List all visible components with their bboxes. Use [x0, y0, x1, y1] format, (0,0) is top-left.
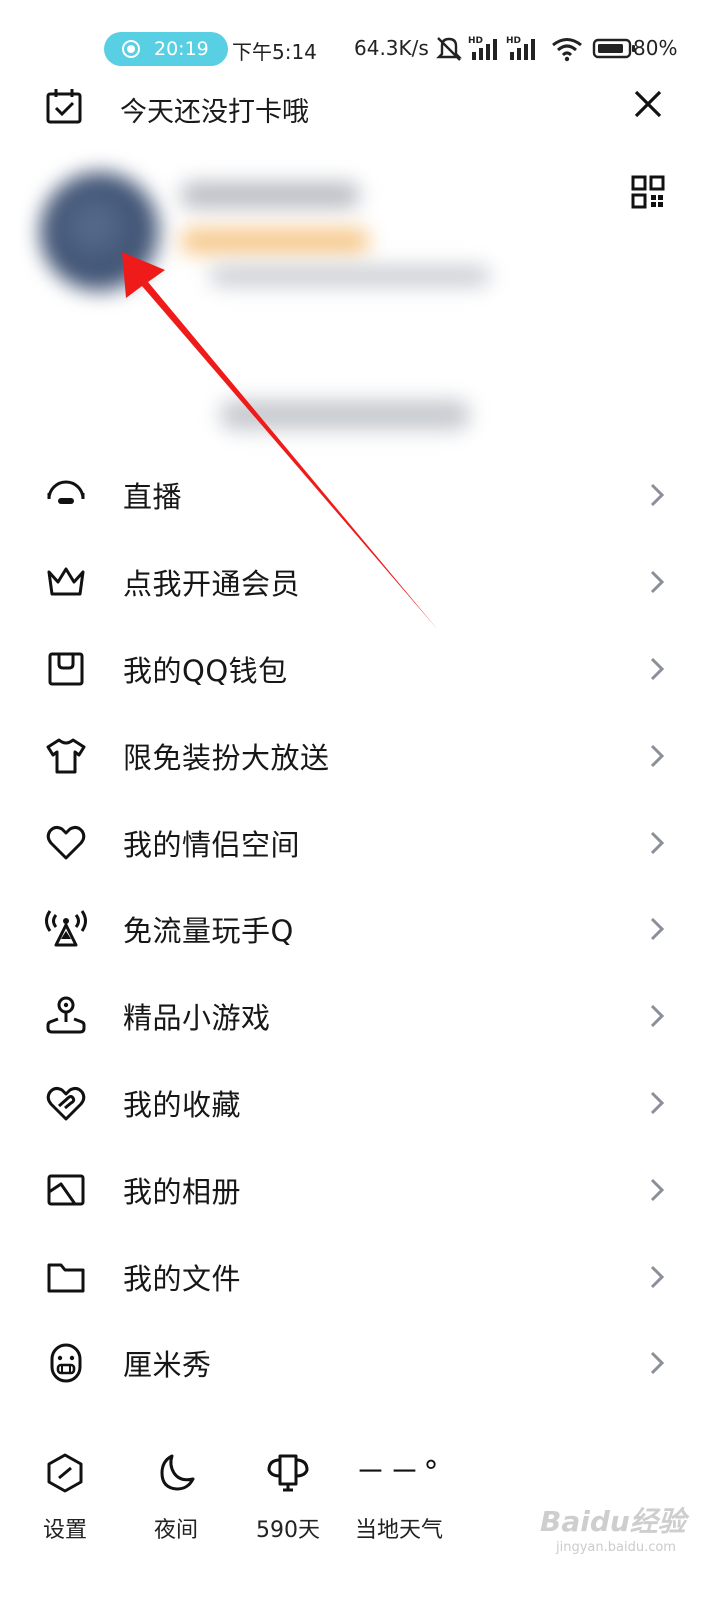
net-speed: 64.3K/s [354, 36, 429, 60]
menu-item-cmshow[interactable]: 厘米秀 [0, 1320, 720, 1407]
record-time: 20:19 [154, 38, 209, 60]
close-icon[interactable] [630, 86, 666, 122]
menu-item-wallet[interactable]: 我的QQ钱包 [0, 626, 720, 713]
svg-text:HD: HD [468, 36, 483, 46]
moon-icon [153, 1450, 199, 1496]
menu-item-free-data[interactable]: 免流量玩手Q [0, 886, 720, 973]
menu-item-favorites[interactable]: 我的收藏 [0, 1060, 720, 1147]
wifi-icon [552, 38, 582, 62]
menu-item-label: 限免装扮大放送 [123, 740, 330, 775]
chevron-right-icon [650, 657, 665, 681]
battery-percent: 80% [633, 36, 678, 60]
record-icon [122, 40, 140, 58]
wallet-icon [44, 647, 88, 691]
joystick-icon [44, 994, 88, 1038]
chevron-right-icon [650, 484, 665, 507]
menu-item-label: 厘米秀 [123, 1348, 212, 1383]
days-label: 590天 [256, 1518, 320, 1543]
menu-item-label: 我的情侣空间 [123, 827, 301, 862]
chevron-right-icon [650, 1178, 665, 1201]
menu-item-couple-space[interactable]: 我的情侣空间 [0, 799, 720, 886]
menu-item-dressup[interactable]: 限免装扮大放送 [0, 712, 720, 799]
blurred-vip-badge [180, 228, 370, 254]
blurred-signature [210, 266, 490, 286]
drawer-menu: 直播 点我开通会员 我的QQ钱包 限免装扮大放送 我的情侣空间 免流量玩手Q 精… [0, 452, 720, 1407]
settings-icon [42, 1450, 88, 1496]
svg-text:HD: HD [506, 36, 521, 46]
menu-item-mini-games[interactable]: 精品小游戏 [0, 973, 720, 1060]
profile-card[interactable] [0, 150, 720, 480]
blurred-status-button [220, 400, 470, 430]
screen-record-pill[interactable]: 20:19 [104, 32, 228, 66]
menu-item-label: 点我开通会员 [123, 567, 301, 602]
avatar[interactable] [40, 172, 160, 292]
menu-item-album[interactable]: 我的相册 [0, 1146, 720, 1233]
cmshow-icon [44, 1341, 88, 1385]
menu-item-live[interactable]: 直播 [0, 452, 720, 539]
chevron-right-icon [650, 744, 665, 767]
menu-item-label: 我的QQ钱包 [123, 653, 288, 688]
chevron-right-icon [650, 1091, 665, 1115]
signal-tower-icon [44, 907, 88, 951]
battery-icon [592, 38, 635, 59]
menu-item-files[interactable]: 我的文件 [0, 1233, 720, 1320]
chevron-right-icon [650, 571, 665, 594]
days-button[interactable]: 590天 [233, 1450, 343, 1544]
folder-icon [44, 1255, 88, 1299]
chevron-right-icon [650, 918, 665, 941]
baidu-watermark: Baidu经验 [540, 1505, 686, 1538]
drawer-header: 今天还没打卡哦 [0, 80, 720, 132]
night-mode-button[interactable]: 夜间 [121, 1450, 231, 1544]
menu-item-label: 免流量玩手Q [123, 914, 294, 949]
menu-item-label: 我的收藏 [123, 1087, 242, 1122]
heart-icon [44, 821, 88, 865]
trophy-icon [265, 1450, 311, 1496]
weather-label: 当地天气 [354, 1518, 443, 1543]
hd-signal-icon: HD [468, 36, 497, 60]
checkin-prompt[interactable]: 今天还没打卡哦 [120, 90, 309, 129]
tshirt-icon [44, 734, 88, 778]
menu-item-label: 直播 [123, 480, 183, 515]
blurred-nickname [180, 182, 360, 208]
chevron-right-icon [650, 831, 665, 854]
mute-icon [436, 37, 462, 61]
menu-item-label: 精品小游戏 [123, 1001, 271, 1036]
album-icon [44, 1168, 88, 1212]
chevron-right-icon [650, 1265, 665, 1288]
night-mode-label: 夜间 [153, 1518, 198, 1543]
chevron-right-icon [650, 1352, 665, 1375]
status-clock: 下午5:14 [232, 40, 317, 64]
crown-icon [44, 560, 88, 604]
chevron-right-icon [650, 1005, 665, 1028]
weather-button[interactable]: －－° 当地天气 [344, 1450, 454, 1544]
settings-button[interactable]: 设置 [10, 1450, 120, 1544]
settings-label: 设置 [42, 1518, 87, 1543]
menu-item-vip[interactable]: 点我开通会员 [0, 539, 720, 626]
baidu-watermark-url: jingyan.baidu.com [556, 1540, 676, 1555]
qr-code-icon[interactable] [630, 174, 666, 210]
status-bar: 20:19 下午5:14 64.3K/s HD HD 80% [0, 0, 720, 90]
menu-item-label: 我的文件 [123, 1261, 242, 1296]
weather-temperature: －－° [355, 1455, 443, 1490]
calendar-check-icon[interactable] [44, 86, 84, 126]
favorite-icon [44, 1081, 88, 1125]
live-icon [44, 473, 88, 517]
hd-signal-icon: HD [506, 36, 535, 60]
menu-item-label: 我的相册 [123, 1174, 242, 1209]
